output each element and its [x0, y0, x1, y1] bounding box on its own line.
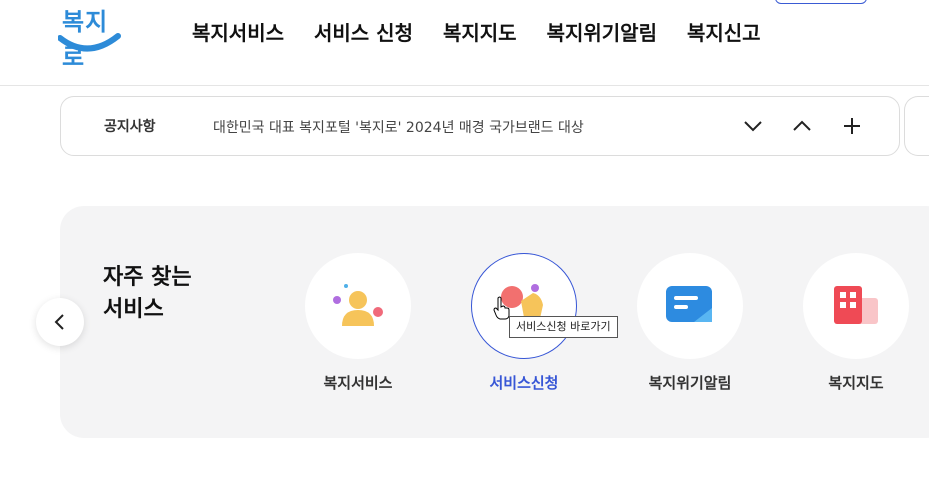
nav-item-crisis-alert[interactable]: 복지위기알림 — [547, 19, 657, 47]
chevron-down-icon — [744, 121, 762, 132]
nav-item-welfare-map[interactable]: 복지지도 — [443, 19, 517, 47]
header-utility-button[interactable] — [775, 0, 867, 4]
person-icon — [333, 284, 383, 326]
message-icon — [666, 286, 712, 322]
nav-item-welfare-services[interactable]: 복지서비스 — [192, 19, 284, 47]
site-header: 복지로 복지서비스 서비스 신청 복지지도 복지위기알림 복지신고 — [0, 0, 929, 86]
chevron-up-icon — [793, 120, 811, 131]
carousel-prev-button[interactable] — [36, 298, 84, 346]
frequent-services-title: 자주 찾는 서비스 — [103, 262, 192, 326]
notice-bar: 공지사항 대한민국 대표 복지포털 '복지로' 2024년 매경 국가브랜드 대… — [60, 96, 900, 156]
service-icon-circle — [471, 253, 577, 359]
notice-prev-button[interactable] — [789, 113, 815, 139]
title-line-2: 서비스 — [103, 297, 164, 322]
logo-swoosh-icon — [58, 33, 121, 52]
side-widget-stub — [904, 96, 929, 156]
nav-item-welfare-report[interactable]: 복지신고 — [687, 19, 761, 47]
notice-next-button[interactable] — [740, 113, 766, 139]
tooltip: 서비스신청 바로가기 — [509, 316, 618, 338]
service-label: 복지지도 — [828, 374, 884, 392]
service-crisis-alert[interactable]: 복지위기알림 — [637, 253, 747, 393]
service-icon-circle — [305, 253, 411, 359]
nav-item-service-apply[interactable]: 서비스 신청 — [314, 19, 413, 47]
notice-label: 공지사항 — [104, 119, 156, 135]
chevron-left-icon — [54, 314, 64, 330]
plus-icon — [844, 118, 860, 134]
service-label: 복지서비스 — [323, 374, 393, 392]
service-icon-circle — [803, 253, 909, 359]
building-icon — [834, 286, 878, 324]
service-welfare-map[interactable]: 복지지도 — [803, 253, 913, 393]
service-label: 복지위기알림 — [648, 374, 732, 392]
notice-text-link[interactable]: 대한민국 대표 복지포털 '복지로' 2024년 매경 국가브랜드 대상 — [213, 117, 584, 137]
notice-more-button[interactable] — [839, 113, 865, 139]
title-line-1: 자주 찾는 — [103, 265, 192, 290]
service-label: 서비스신청 — [489, 374, 559, 392]
site-logo[interactable]: 복지로 — [58, 0, 122, 71]
service-icon-circle — [637, 253, 743, 359]
main-nav: 복지서비스 서비스 신청 복지지도 복지위기알림 복지신고 — [192, 19, 761, 47]
service-welfare-services[interactable]: 복지서비스 — [305, 253, 415, 393]
